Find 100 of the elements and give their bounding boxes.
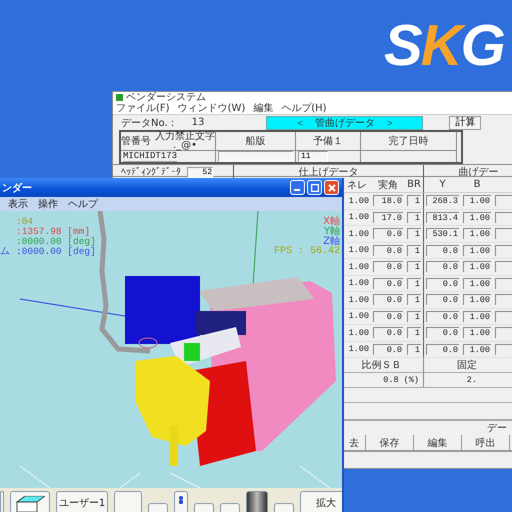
table-cell: 1.00 xyxy=(348,196,369,206)
input-field[interactable]: 1 xyxy=(407,228,421,240)
input-field[interactable]: 1.00 xyxy=(463,244,491,256)
table-cell: 2. xyxy=(466,375,477,385)
input-field[interactable]: 268.3 xyxy=(426,195,459,206)
column-header: B xyxy=(461,177,493,193)
toolbar-button[interactable] xyxy=(174,491,188,512)
column-header: 管番号 xyxy=(121,134,151,148)
readout-value: :0000.00 [deg] xyxy=(16,237,96,247)
input-field[interactable]: 52 xyxy=(187,166,213,178)
menu-item[interactable]: 編集 xyxy=(253,103,274,114)
menu-item[interactable]: 操作 xyxy=(38,197,58,211)
menu-item[interactable]: ヘルプ(H) xyxy=(281,103,327,114)
column-header: 固定 xyxy=(457,358,477,372)
input-field[interactable]: 1 xyxy=(407,212,421,223)
table-cell: 1.00 xyxy=(348,212,369,222)
section-caption: デー xyxy=(487,422,507,435)
input-field[interactable]: 1 xyxy=(407,278,421,289)
input-field[interactable]: 11 xyxy=(298,151,328,162)
menu-item[interactable]: 表示 xyxy=(8,197,28,211)
window-title: ベンダーシステム xyxy=(126,92,206,103)
input-field[interactable]: 0.0 xyxy=(426,344,459,355)
column-header: 船版 xyxy=(246,135,266,148)
toolbar-button[interactable]: 拡大 xyxy=(300,491,342,512)
table-cell: 1.00 xyxy=(348,228,369,239)
group-header: 曲げデー xyxy=(423,165,512,179)
input-field[interactable]: 0.0 xyxy=(373,228,403,240)
menu-item[interactable]: ヘルプ xyxy=(68,197,98,211)
input-field[interactable]: 0.0 xyxy=(373,294,403,306)
input-field[interactable]: 0.0 xyxy=(373,327,403,338)
table-cell: 1.00 xyxy=(348,245,369,256)
readout-value: :1357.98 [mm] xyxy=(16,227,90,237)
input-field[interactable]: 18.0 xyxy=(373,195,403,206)
table-cell: 1.00 xyxy=(348,262,369,272)
input-field[interactable]: 1.00 xyxy=(463,310,491,322)
input-field[interactable]: 0.0 xyxy=(426,327,459,338)
table-cell: 1.00 xyxy=(348,294,369,305)
minimize-button[interactable] xyxy=(290,180,305,195)
toolbar-button[interactable] xyxy=(0,491,4,512)
axis-label: Y軸 xyxy=(324,227,340,237)
heading-data-label: ﾍｯﾃﾞｨﾝｸﾞﾃﾞｰﾀ xyxy=(121,166,181,178)
input-field[interactable]: 0.0 xyxy=(426,278,459,289)
input-field[interactable]: 17.0 xyxy=(373,212,403,223)
fps-counter: FPS : 56.42 xyxy=(274,247,340,257)
input-field[interactable]: 1.00 xyxy=(463,327,491,338)
section-banner: ＜ 管曲げデータ ＞ xyxy=(266,116,424,130)
header-note: 入力禁止文字 xyxy=(155,132,215,141)
view-button[interactable] xyxy=(10,491,50,512)
calculate-button[interactable]: 計算 xyxy=(449,116,482,130)
input-field[interactable]: 1.00 xyxy=(463,228,491,240)
input-field[interactable]: 813.4 xyxy=(426,212,459,223)
readout-value: :04 xyxy=(16,217,34,227)
input-field[interactable]: 0.0 xyxy=(426,310,459,322)
input-field[interactable]: 1 xyxy=(407,344,421,355)
column-header: BR xyxy=(405,177,423,193)
input-field[interactable]: 0.0 xyxy=(426,294,459,306)
column-header: 比例ＳＢ xyxy=(362,358,402,372)
table-cell: 1.00 xyxy=(348,278,369,288)
maximize-icon xyxy=(310,184,318,192)
maximize-button[interactable] xyxy=(307,180,322,195)
input-field[interactable]: 0.0 xyxy=(373,278,403,289)
column-header: 予備１ xyxy=(313,135,343,148)
column-header: 完了日時 xyxy=(388,134,428,148)
input-field[interactable]: 1 xyxy=(407,310,421,322)
close-button[interactable] xyxy=(324,180,339,195)
app-icon xyxy=(116,94,123,101)
input-field[interactable]: 1.00 xyxy=(463,278,491,289)
window-title: ンダー xyxy=(2,182,32,194)
input-field[interactable]: 0.0 xyxy=(373,344,403,355)
input-field[interactable]: 1.00 xyxy=(463,261,491,272)
input-field[interactable]: 0.0 xyxy=(373,244,403,256)
input-field[interactable]: 0.0 xyxy=(373,310,403,322)
column-header: 実角 xyxy=(371,177,405,193)
axis-label: Z軸 xyxy=(323,237,340,247)
toolbar-button[interactable] xyxy=(246,491,268,512)
table-cell: 1.00 xyxy=(348,344,369,354)
input-field[interactable]: 1.00 xyxy=(463,344,491,355)
input-field[interactable]: 1.00 xyxy=(463,212,491,223)
input-field[interactable]: 1 xyxy=(407,261,421,272)
menu-item[interactable]: ファイル(F) xyxy=(116,103,170,114)
toolbar-button[interactable] xyxy=(114,491,142,512)
input-field[interactable]: 1 xyxy=(407,244,421,256)
input-field[interactable]: 0.0 xyxy=(426,261,459,272)
data-number-label: データNo.： xyxy=(121,116,178,130)
input-field[interactable]: 1.00 xyxy=(463,195,491,206)
input-field[interactable]: 1 xyxy=(407,294,421,306)
table-cell: 1.00 xyxy=(348,328,369,338)
input-field[interactable]: 0.0 xyxy=(426,244,459,256)
axis-label: X軸 xyxy=(323,217,340,227)
input-field[interactable]: 1.00 xyxy=(463,294,491,306)
menu-item[interactable]: ウィンドウ(W) xyxy=(178,103,246,114)
header-note: ._@• xyxy=(172,141,198,150)
input-field[interactable]: 0.0 xyxy=(373,261,403,272)
readout-label: ム xyxy=(0,247,10,257)
input-field[interactable]: 1 xyxy=(407,195,421,206)
input-field[interactable]: 530.1 xyxy=(426,228,459,240)
table-cell: 0.8 (%) xyxy=(383,375,419,385)
toolbar-button[interactable]: ユーザー1 xyxy=(56,491,108,512)
input-field[interactable] xyxy=(218,151,293,162)
input-field[interactable]: 1 xyxy=(407,327,421,338)
